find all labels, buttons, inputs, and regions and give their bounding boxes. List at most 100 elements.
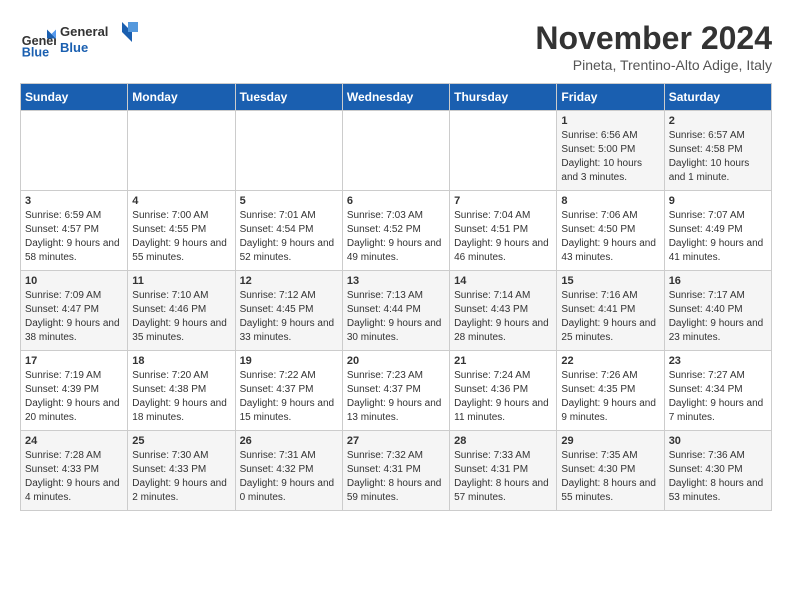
day-info: Sunrise: 7:07 AM Sunset: 4:49 PM Dayligh… <box>669 209 767 265</box>
calendar-body: 1Sunrise: 6:56 AM Sunset: 5:00 PM Daylig… <box>21 111 772 511</box>
calendar-cell: 6Sunrise: 7:03 AM Sunset: 4:52 PM Daylig… <box>342 191 449 271</box>
day-number: 7 <box>454 195 552 207</box>
calendar-cell: 26Sunrise: 7:31 AM Sunset: 4:32 PM Dayli… <box>235 431 342 511</box>
day-info: Sunrise: 7:22 AM Sunset: 4:37 PM Dayligh… <box>240 369 338 425</box>
day-info: Sunrise: 7:17 AM Sunset: 4:40 PM Dayligh… <box>669 289 767 345</box>
day-info: Sunrise: 7:12 AM Sunset: 4:45 PM Dayligh… <box>240 289 338 345</box>
day-header-sunday: Sunday <box>21 84 128 111</box>
logo-svg: General Blue <box>60 20 140 60</box>
day-number: 19 <box>240 355 338 367</box>
calendar-cell: 7 Sunrise: 7:04 AM Sunset: 4:51 PM Daylig… <box>450 191 557 271</box>
day-info: Sunrise: 7:32 AM Sunset: 4:31 PM Dayligh… <box>347 449 445 505</box>
day-info: Sunrise: 7:27 AM Sunset: 4:34 PM Dayligh… <box>669 369 767 425</box>
calendar-cell <box>450 111 557 191</box>
calendar-cell: 12 Sunrise: 7:12 AM Sunset: 4:45 PM Dayli… <box>235 271 342 351</box>
calendar-cell: 11 Sunrise: 7:10 AM Sunset: 4:46 PM Dayli… <box>128 271 235 351</box>
day-number: 1 <box>561 115 659 127</box>
day-info: Sunrise: 7:16 AM Sunset: 4:41 PM Dayligh… <box>561 289 659 345</box>
day-header-wednesday: Wednesday <box>342 84 449 111</box>
svg-text:Blue: Blue <box>22 45 49 59</box>
day-number: 20 <box>347 355 445 367</box>
day-header-saturday: Saturday <box>664 84 771 111</box>
day-number: 13 <box>347 275 445 287</box>
calendar-cell: 18 Sunrise: 7:20 AM Sunset: 4:38 PM Dayli… <box>128 351 235 431</box>
day-header-tuesday: Tuesday <box>235 84 342 111</box>
day-number: 18 <box>132 355 230 367</box>
day-info: Sunrise: 7:33 AM Sunset: 4:31 PM Dayligh… <box>454 449 552 505</box>
day-number: 15 <box>561 275 659 287</box>
calendar-cell: 20Sunrise: 7:23 AM Sunset: 4:37 PM Dayli… <box>342 351 449 431</box>
logo: General Blue General Blue <box>20 20 140 65</box>
day-number: 12 <box>240 275 338 287</box>
calendar-cell: 28 Sunrise: 7:33 AM Sunset: 4:31 PM Dayli… <box>450 431 557 511</box>
day-number: 10 <box>25 275 123 287</box>
day-number: 22 <box>561 355 659 367</box>
calendar-cell: 9 Sunrise: 7:07 AM Sunset: 4:49 PM Daylig… <box>664 191 771 271</box>
day-info: Sunrise: 7:06 AM Sunset: 4:50 PM Dayligh… <box>561 209 659 265</box>
day-number: 27 <box>347 435 445 447</box>
day-info: Sunrise: 7:19 AM Sunset: 4:39 PM Dayligh… <box>25 369 123 425</box>
day-number: 9 <box>669 195 767 207</box>
calendar-cell: 13Sunrise: 7:13 AM Sunset: 4:44 PM Dayli… <box>342 271 449 351</box>
day-info: Sunrise: 7:03 AM Sunset: 4:52 PM Dayligh… <box>347 209 445 265</box>
day-info: Sunrise: 7:31 AM Sunset: 4:32 PM Dayligh… <box>240 449 338 505</box>
calendar-week-2: 3Sunrise: 6:59 AM Sunset: 4:57 PM Daylig… <box>21 191 772 271</box>
calendar-cell: 2Sunrise: 6:57 AM Sunset: 4:58 PM Daylig… <box>664 111 771 191</box>
day-header-friday: Friday <box>557 84 664 111</box>
day-info: Sunrise: 7:36 AM Sunset: 4:30 PM Dayligh… <box>669 449 767 505</box>
calendar-cell <box>342 111 449 191</box>
calendar-week-4: 17 Sunrise: 7:19 AM Sunset: 4:39 PM Dayli… <box>21 351 772 431</box>
month-title: November 2024 <box>535 20 772 57</box>
day-info: Sunrise: 6:57 AM Sunset: 4:58 PM Dayligh… <box>669 129 767 185</box>
day-number: 29 <box>561 435 659 447</box>
day-number: 16 <box>669 275 767 287</box>
svg-text:Blue: Blue <box>60 40 88 55</box>
day-info: Sunrise: 7:01 AM Sunset: 4:54 PM Dayligh… <box>240 209 338 265</box>
calendar-week-3: 10Sunrise: 7:09 AM Sunset: 4:47 PM Dayli… <box>21 271 772 351</box>
day-info: Sunrise: 7:28 AM Sunset: 4:33 PM Dayligh… <box>25 449 123 505</box>
calendar-cell: 21Sunrise: 7:24 AM Sunset: 4:36 PM Dayli… <box>450 351 557 431</box>
day-header-thursday: Thursday <box>450 84 557 111</box>
calendar-cell: 19 Sunrise: 7:22 AM Sunset: 4:37 PM Dayli… <box>235 351 342 431</box>
title-block: November 2024 Pineta, Trentino-Alto Adig… <box>535 20 772 73</box>
calendar-cell: 4Sunrise: 7:00 AM Sunset: 4:55 PM Daylig… <box>128 191 235 271</box>
calendar-cell: 14 Sunrise: 7:14 AM Sunset: 4:43 PM Dayli… <box>450 271 557 351</box>
day-info: Sunrise: 7:04 AM Sunset: 4:51 PM Dayligh… <box>454 209 552 265</box>
calendar-cell: 29Sunrise: 7:35 AM Sunset: 4:30 PM Dayli… <box>557 431 664 511</box>
page-header: General Blue General Blue November 2024 … <box>20 20 772 73</box>
location-subtitle: Pineta, Trentino-Alto Adige, Italy <box>535 57 772 73</box>
calendar-header-row: SundayMondayTuesdayWednesdayThursdayFrid… <box>21 84 772 111</box>
day-number: 17 <box>25 355 123 367</box>
calendar-cell: 8Sunrise: 7:06 AM Sunset: 4:50 PM Daylig… <box>557 191 664 271</box>
calendar-cell: 22 Sunrise: 7:26 AM Sunset: 4:35 PM Dayli… <box>557 351 664 431</box>
day-number: 23 <box>669 355 767 367</box>
calendar-cell <box>128 111 235 191</box>
calendar-cell <box>235 111 342 191</box>
calendar-cell <box>21 111 128 191</box>
day-header-monday: Monday <box>128 84 235 111</box>
calendar-cell: 3Sunrise: 6:59 AM Sunset: 4:57 PM Daylig… <box>21 191 128 271</box>
day-number: 11 <box>132 275 230 287</box>
calendar-table: SundayMondayTuesdayWednesdayThursdayFrid… <box>20 83 772 511</box>
calendar-cell: 24 Sunrise: 7:28 AM Sunset: 4:33 PM Dayli… <box>21 431 128 511</box>
day-number: 24 <box>25 435 123 447</box>
day-number: 28 <box>454 435 552 447</box>
calendar-cell: 5Sunrise: 7:01 AM Sunset: 4:54 PM Daylig… <box>235 191 342 271</box>
day-number: 14 <box>454 275 552 287</box>
day-info: Sunrise: 7:26 AM Sunset: 4:35 PM Dayligh… <box>561 369 659 425</box>
calendar-cell: 10Sunrise: 7:09 AM Sunset: 4:47 PM Dayli… <box>21 271 128 351</box>
calendar-week-1: 1Sunrise: 6:56 AM Sunset: 5:00 PM Daylig… <box>21 111 772 191</box>
calendar-week-5: 24 Sunrise: 7:28 AM Sunset: 4:33 PM Dayli… <box>21 431 772 511</box>
day-number: 30 <box>669 435 767 447</box>
calendar-cell: 27 Sunrise: 7:32 AM Sunset: 4:31 PM Dayli… <box>342 431 449 511</box>
calendar-cell: 16 Sunrise: 7:17 AM Sunset: 4:40 PM Dayli… <box>664 271 771 351</box>
day-info: Sunrise: 7:20 AM Sunset: 4:38 PM Dayligh… <box>132 369 230 425</box>
day-info: Sunrise: 7:30 AM Sunset: 4:33 PM Dayligh… <box>132 449 230 505</box>
calendar-cell: 1Sunrise: 6:56 AM Sunset: 5:00 PM Daylig… <box>557 111 664 191</box>
day-info: Sunrise: 7:24 AM Sunset: 4:36 PM Dayligh… <box>454 369 552 425</box>
day-info: Sunrise: 7:14 AM Sunset: 4:43 PM Dayligh… <box>454 289 552 345</box>
calendar-cell: 23 Sunrise: 7:27 AM Sunset: 4:34 PM Dayli… <box>664 351 771 431</box>
day-info: Sunrise: 7:10 AM Sunset: 4:46 PM Dayligh… <box>132 289 230 345</box>
day-info: Sunrise: 6:59 AM Sunset: 4:57 PM Dayligh… <box>25 209 123 265</box>
day-info: Sunrise: 7:00 AM Sunset: 4:55 PM Dayligh… <box>132 209 230 265</box>
